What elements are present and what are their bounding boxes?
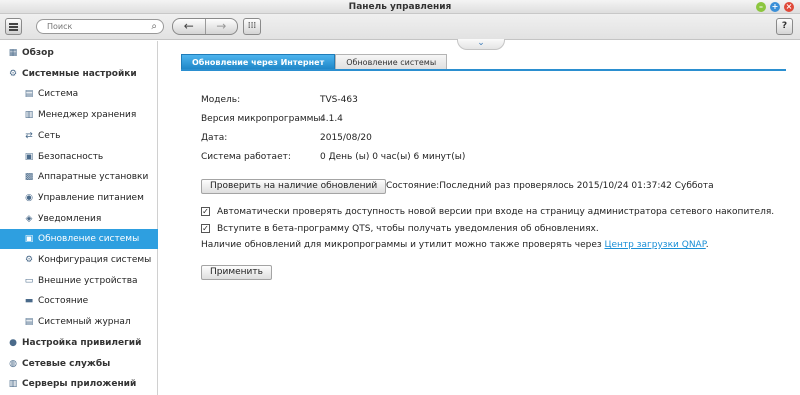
menu-icon-line xyxy=(9,29,18,31)
download-center-note: Наличие обновлений для микропрограммы и … xyxy=(201,240,709,250)
sidebar-item[interactable]: ▥ Менеджер хранения xyxy=(0,105,158,125)
tab[interactable]: Обновление системы xyxy=(335,54,448,70)
apps-grid-button[interactable]: ⁞⁞⁞ xyxy=(243,18,261,35)
notification-icon: ◈ xyxy=(25,213,33,224)
update-status-text: Состояние:Последний раз проверялось 2015… xyxy=(386,181,714,191)
auto-check-checkbox[interactable]: ✓ xyxy=(201,207,210,216)
date-label: Дата: xyxy=(201,133,228,143)
sidebar-item-label: Настройка привилегий xyxy=(22,337,142,348)
sidebar-item-label: Система xyxy=(38,89,79,100)
sidebar-item-label: Безопасность xyxy=(38,151,104,162)
back-button[interactable]: ← xyxy=(173,19,205,34)
date-value: 2015/08/20 xyxy=(320,133,372,143)
search-box[interactable]: ⌕ xyxy=(36,19,164,34)
sidebar-item[interactable]: ⚙ Системные настройки xyxy=(0,64,158,84)
overview-icon: ▦ xyxy=(8,48,18,58)
forward-button[interactable]: → xyxy=(204,19,238,34)
qnap-download-center-link[interactable]: Центр загрузки QNAP xyxy=(605,240,706,250)
search-input[interactable] xyxy=(47,20,147,33)
sidebar-item-label: Сетевые службы xyxy=(22,358,111,369)
sidebar-item[interactable]: ◍ Сетевые службы xyxy=(0,354,158,374)
config-icon: ⚙ xyxy=(24,255,34,265)
sidebar-item[interactable]: ▣ Безопасность xyxy=(0,147,158,167)
note-text: Наличие обновлений для микропрограммы и … xyxy=(201,240,605,250)
uptime-label: Система работает: xyxy=(201,152,291,162)
tab[interactable]: Обновление через Интернет xyxy=(181,54,336,70)
close-icon[interactable]: × xyxy=(784,2,794,12)
sidebar-item[interactable]: ● Настройка привилегий xyxy=(0,333,158,353)
uptime-value: 0 День (ы) 0 час(ы) 6 минут(ы) xyxy=(320,152,466,162)
sidebar-item-label: Состояние xyxy=(38,296,89,307)
tab-bar: Обновление через Интернет Обновление сист… xyxy=(181,54,448,70)
sidebar-item[interactable]: ▭ Внешние устройства xyxy=(0,271,158,291)
sidebar-item[interactable]: ▩ Аппаратные установки xyxy=(0,167,158,187)
sidebar-item-label: Сеть xyxy=(38,130,61,141)
menu-icon-line xyxy=(9,26,18,28)
gear-icon: ⚙ xyxy=(8,68,18,79)
help-button[interactable]: ? xyxy=(776,18,793,35)
window-title: Панель управления xyxy=(348,2,452,12)
model-label: Модель: xyxy=(201,95,241,105)
firmware-label: Версия микропрограммы: xyxy=(201,114,324,124)
check-updates-button[interactable]: Проверить на наличие обновлений xyxy=(201,179,387,194)
sidebar-item[interactable]: ▤ Система xyxy=(0,84,158,104)
sidebar-item-label: Серверы приложений xyxy=(22,379,137,390)
power-icon: ◉ xyxy=(25,192,33,203)
search-icon[interactable]: ⌕ xyxy=(151,21,157,32)
sidebar-item[interactable]: ▦ Обзор xyxy=(0,43,158,63)
sidebar-item[interactable]: ◈ Уведомления xyxy=(0,209,158,229)
chevron-down-icon: ⌄ xyxy=(477,38,485,48)
sidebar-item-label: Аппаратные установки xyxy=(38,172,149,183)
sidebar-item[interactable]: ▥ Серверы приложений xyxy=(0,374,158,394)
sidebar-item-label: Уведомления xyxy=(38,213,102,224)
hardware-icon: ▩ xyxy=(24,172,34,183)
window-titlebar: Панель управления – + × xyxy=(0,0,800,14)
sidebar-item[interactable]: ▤ Системный журнал xyxy=(0,312,158,332)
grid-icon: ⁞⁞⁞ xyxy=(247,21,257,31)
sidebar-item[interactable]: ◉ Управление питанием xyxy=(0,188,158,208)
storage-icon: ▥ xyxy=(24,110,34,121)
model-value: TVS-463 xyxy=(320,95,358,105)
beta-program-label: Вступите в бета-программу QTS, чтобы пол… xyxy=(217,224,599,234)
firmware-value: 4.1.4 xyxy=(320,114,343,124)
sidebar-item-label: Обновление системы xyxy=(38,234,140,245)
sidebar-item-label: Системные настройки xyxy=(22,68,137,79)
globe-icon: ◍ xyxy=(9,358,17,369)
window-controls: – + × xyxy=(756,2,794,12)
sidebar: ▦ Обзор ⚙ Системные настройки ▤ Система ▥ Менед… xyxy=(0,41,158,395)
server-icon: ▥ xyxy=(8,379,18,390)
sidebar-item[interactable]: ⚙ Конфигурация системы xyxy=(0,250,158,270)
minimize-icon[interactable]: – xyxy=(756,2,766,12)
sidebar-item-label: Управление питанием xyxy=(38,192,144,203)
log-icon: ▤ xyxy=(24,317,34,328)
navigation-buttons: ← → xyxy=(172,18,238,35)
user-icon: ● xyxy=(9,337,17,348)
sidebar-item[interactable]: ▬ Состояние xyxy=(0,291,158,311)
external-device-icon: ▭ xyxy=(24,275,34,286)
menu-icon xyxy=(9,23,18,25)
maximize-icon[interactable]: + xyxy=(770,2,780,12)
note-suffix: . xyxy=(705,240,709,250)
toolbar: ⌕ ← → ⁞⁞⁞ ? xyxy=(0,14,800,40)
menu-button[interactable] xyxy=(5,18,22,35)
collapse-toggle[interactable]: ⌄ xyxy=(457,39,505,50)
tab-divider xyxy=(181,69,786,71)
sidebar-item[interactable]: ⇄ Сеть xyxy=(0,126,158,146)
apply-button[interactable]: Применить xyxy=(201,265,272,280)
auto-check-label: Автоматически проверять доступность ново… xyxy=(217,207,775,217)
sidebar-item[interactable]: ▣ Обновление системы xyxy=(0,229,158,250)
beta-program-checkbox[interactable]: ✓ xyxy=(201,224,210,233)
sidebar-item-label: Обзор xyxy=(22,48,54,58)
status-icon: ▬ xyxy=(24,296,34,307)
sidebar-item-label: Системный журнал xyxy=(38,317,131,328)
network-icon: ⇄ xyxy=(25,130,33,141)
system-icon: ▤ xyxy=(24,89,34,100)
sidebar-item-label: Конфигурация системы xyxy=(38,255,152,265)
sidebar-item-label: Менеджер хранения xyxy=(38,110,137,121)
update-icon: ▣ xyxy=(24,234,34,245)
lock-icon: ▣ xyxy=(24,151,34,162)
sidebar-item-label: Внешние устройства xyxy=(38,275,138,286)
